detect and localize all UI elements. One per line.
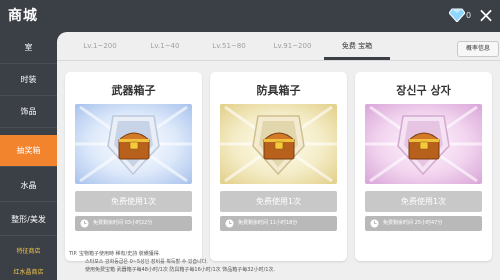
card-title: 防具箱子 <box>256 84 301 97</box>
armor-box-timer: 免费剩余时间 11小时18分 <box>220 216 337 231</box>
tab-lv91-200[interactable]: Lv.91~200 <box>261 32 324 60</box>
weapon-box-card: 武器箱子 免费使用1次 免费剩余时间 03小时22分 <box>65 72 202 261</box>
tab-bar: Lv.1~200 Lv.1~40 Lv.51~80 Lv.91~200 免费 宝… <box>57 32 500 61</box>
weapon-box-use-button[interactable]: 免费使用1次 <box>75 191 192 212</box>
sidebar-item-red-crystal-shop[interactable]: 红水晶商店 <box>0 265 57 280</box>
clock-icon <box>225 219 234 228</box>
clock-icon <box>370 219 379 228</box>
close-button[interactable]: × <box>473 2 499 28</box>
armor-box-remaining: 免费剩余时间 11小时18分 <box>238 220 298 226</box>
sidebar-item-fashion[interactable]: 时装 <box>0 64 57 96</box>
main-panel: Lv.1~200 Lv.1~40 Lv.51~80 Lv.91~200 免费 宝… <box>57 32 500 280</box>
page-title: 商城 <box>8 8 38 24</box>
card-title: 장신구 상자 <box>396 84 451 97</box>
armor-box-use-button[interactable]: 免费使用1次 <box>220 191 337 212</box>
gem-icon <box>449 8 465 22</box>
weapon-box-image <box>75 104 192 184</box>
accessory-box-timer: 免费剩余时间 25小时47分 <box>365 216 482 231</box>
tip-line: 스타포스 강화등급은 0~5성인 장비를 획득할 수 있습니다. <box>85 259 208 265</box>
top-bar: 商城 0 × <box>0 0 500 32</box>
accessory-box-card: 장신구 상자 免费使用1次 免费剩余时间 25小时47分 <box>355 72 492 261</box>
tips-text: TIP. 宝物箱子使用時 稀有/史詩 裝備獲得. 스타포스 강화등급은 0~5성… <box>69 250 489 274</box>
tab-lv1-200[interactable]: Lv.1~200 <box>67 32 133 60</box>
armor-box-image <box>220 104 337 184</box>
card-title: 武器箱子 <box>111 84 156 97</box>
tab-free-box[interactable]: 免费 宝箱 <box>324 32 390 60</box>
tip-line: TIP. 宝物箱子使用時 稀有/史詩 裝備獲得. <box>69 251 161 257</box>
sidebar-item-beauty[interactable]: 整形/美发 <box>0 204 57 236</box>
sidebar-item-room[interactable]: 室 <box>0 32 57 64</box>
accessory-box-image <box>365 104 482 184</box>
tab-lv1-40[interactable]: Lv.1~40 <box>133 32 197 60</box>
active-tab-indicator <box>324 57 390 60</box>
weapon-box-timer: 免费剩余时间 03小时22分 <box>75 216 192 231</box>
tab-lv51-80[interactable]: Lv.51~80 <box>197 32 261 60</box>
sidebar-item-accessories[interactable]: 饰品 <box>0 96 57 128</box>
sidebar-item-lottery-box[interactable]: 抽奖箱 <box>0 135 57 167</box>
gem-count: 0 <box>466 11 472 20</box>
weapon-box-remaining: 免费剩余时间 03小时22分 <box>93 220 153 226</box>
sidebar: 室 时装 饰品 抽奖箱 水晶 整形/美发 特征商店 红水晶商店 <box>0 32 57 280</box>
sidebar-item-crystal[interactable]: 水晶 <box>0 170 57 202</box>
tip-line: 使用免费宝箱 武器箱子每48小时/1次 防具箱子每16小时/1次 饰品箱子每32… <box>85 267 276 273</box>
probability-info-button[interactable]: 概率信息 <box>457 41 499 57</box>
accessory-box-use-button[interactable]: 免费使用1次 <box>365 191 482 212</box>
accessory-box-remaining: 免费剩余时间 25小时47分 <box>383 220 443 226</box>
armor-box-card: 防具箱子 免费使用1次 免费剩余时间 11小时18分 <box>210 72 347 261</box>
sidebar-item-feature-shop[interactable]: 特征商店 <box>0 244 57 259</box>
clock-icon <box>80 219 89 228</box>
